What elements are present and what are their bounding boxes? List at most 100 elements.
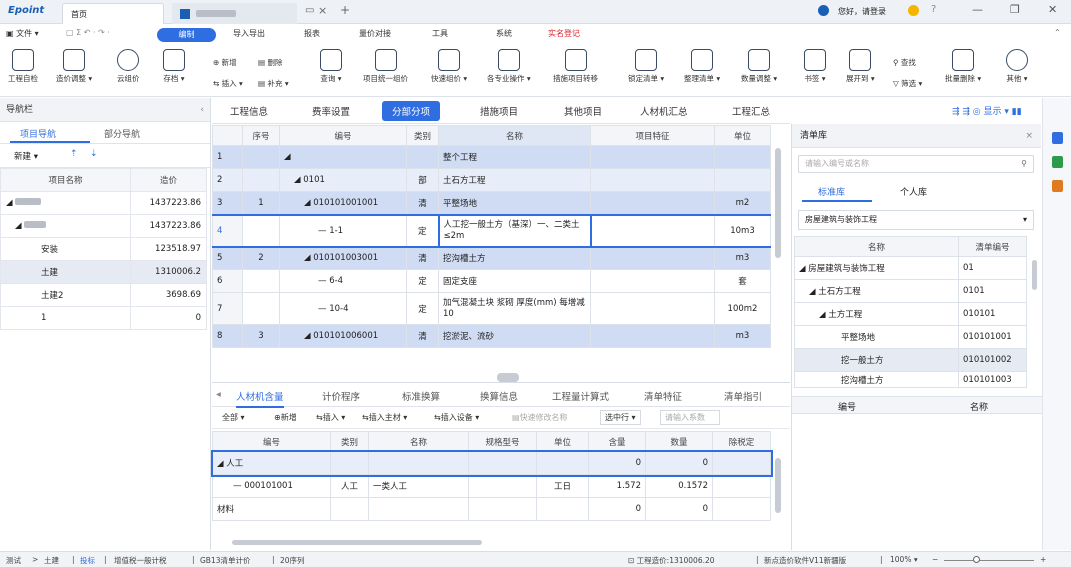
library-select[interactable]: 房屋建筑与装饰工程 ▾: [798, 210, 1034, 230]
filter-button[interactable]: ▽ 筛选 ▾: [893, 78, 922, 89]
tab-quantity-formula[interactable]: 工程量计算式: [552, 389, 609, 403]
tab-summary[interactable]: 工程汇总: [732, 104, 770, 118]
menu-edit[interactable]: 编制: [157, 28, 216, 42]
self-check-button[interactable]: 工程自检: [8, 49, 38, 84]
zoom-in-icon[interactable]: +: [1040, 555, 1046, 564]
close-library-icon[interactable]: ×: [1025, 124, 1033, 148]
menu-import-export[interactable]: 导入导出: [233, 28, 265, 39]
tab-list-features[interactable]: 清单特征: [644, 389, 682, 403]
table-row[interactable]: ◢ 房屋建筑与装饰工程 01: [794, 256, 1027, 280]
table-row[interactable]: 4— 1-1 定人工挖一般土方（基深）一、二类土 ≤2m 10m3: [212, 213, 771, 248]
cost-adjust-button[interactable]: 造价调整 ▾: [56, 49, 92, 84]
selected-row-dropdown[interactable]: 选中行 ▾: [600, 410, 641, 425]
table-row[interactable]: 挖沟槽土方 010101003: [794, 371, 1027, 388]
table-row[interactable]: ◢ 土方工程 010101: [794, 302, 1027, 326]
expand-button[interactable]: 展开到 ▾: [846, 49, 875, 84]
detail-insert-button[interactable]: ⇆插入 ▾: [316, 412, 345, 423]
table-row[interactable]: 平整场地 010101001: [794, 325, 1027, 349]
search-icon[interactable]: ⚲: [1021, 156, 1027, 172]
table-row[interactable]: 10: [0, 306, 207, 330]
quick-price-button[interactable]: 快速组价 ▾: [431, 49, 467, 84]
batch-delete-button[interactable]: 批量删除 ▾: [945, 49, 981, 84]
tab-project-info[interactable]: 工程信息: [230, 104, 268, 118]
menu-realname[interactable]: 实名登记: [548, 28, 580, 39]
bookmark-button[interactable]: 书签 ▾: [804, 49, 826, 84]
move-down-icon[interactable]: ⇣: [90, 149, 98, 159]
tab-project-nav[interactable]: 项目导航: [20, 127, 56, 140]
find-button[interactable]: ⚲ 查找: [893, 57, 916, 68]
maximize-icon[interactable]: ❐: [1010, 3, 1020, 16]
name-cell[interactable]: 人工挖一般土方（基深）一、二类土 ≤2m: [437, 213, 592, 248]
table-row[interactable]: 3 1 ◢ 010101001001 清平整场地 m2: [212, 191, 771, 215]
menu-tools[interactable]: 工具: [432, 28, 448, 39]
table-row[interactable]: ◢ 土石方工程 0101: [794, 279, 1027, 303]
lock-list-button[interactable]: 锁定清单 ▾: [628, 49, 664, 84]
tab-section-nav[interactable]: 部分导航: [104, 127, 140, 140]
splitter-handle[interactable]: [497, 373, 519, 382]
menu-reports[interactable]: 报表: [304, 28, 320, 39]
zoom-out-icon[interactable]: −: [932, 555, 938, 564]
table-row[interactable]: 土建2 3698.69: [0, 283, 207, 307]
quantity-adjust-button[interactable]: 数量调整 ▾: [741, 49, 777, 84]
tab-home[interactable]: 首页: [62, 3, 164, 24]
display-options[interactable]: ⇶ ⇶ ◎ 显示 ▾ ▮▮: [952, 104, 1022, 117]
collapse-ribbon-icon[interactable]: ⌃: [1054, 28, 1061, 37]
tab-std-convert[interactable]: 标准换算: [402, 389, 440, 403]
table-row[interactable]: 7— 10-4 定加气混凝土块 浆砌 厚度(mm) 每增减10 100m2: [212, 292, 771, 325]
tab-list-icon[interactable]: ▭: [305, 5, 314, 16]
quota-library-icon[interactable]: [1052, 156, 1063, 168]
delete-button[interactable]: ▤ 删除: [258, 57, 282, 68]
supplement-button[interactable]: ▤ 补充 ▾: [258, 78, 289, 89]
minimize-icon[interactable]: —: [972, 3, 983, 16]
archive-button[interactable]: 存档 ▾: [163, 49, 185, 84]
menu-file[interactable]: ▣ 文件 ▾: [6, 28, 39, 39]
tab-rate[interactable]: 费率设置: [312, 104, 350, 118]
tab-project[interactable]: [172, 3, 297, 24]
query-button[interactable]: 查询 ▾: [320, 49, 342, 84]
horizontal-scrollbar[interactable]: [232, 540, 482, 545]
material-library-icon[interactable]: [1052, 180, 1063, 192]
quick-actions-icon[interactable]: ▢ Σ ↶ · ↷ ·: [66, 28, 110, 37]
tab-personal-library[interactable]: 个人库: [900, 185, 927, 198]
table-row[interactable]: ◢ 人工 0 0: [210, 449, 773, 477]
user-icon[interactable]: [818, 5, 829, 16]
table-row[interactable]: 8 3 ◢ 010101006001 清挖淤泥、流砂 m3: [212, 324, 771, 348]
zoom-dropdown[interactable]: 100% ▾: [890, 555, 918, 564]
more-button[interactable]: 其他 ▾: [1006, 49, 1028, 84]
measure-move-button[interactable]: 措施项目转移: [553, 49, 598, 84]
tab-material-content[interactable]: 人材机含量: [236, 389, 284, 408]
detail-add-button[interactable]: ⊕新增: [274, 412, 297, 423]
collapse-nav-icon[interactable]: ‹: [200, 98, 204, 122]
tab-convert-info[interactable]: 换算信息: [480, 389, 518, 403]
new-dropdown[interactable]: 新建 ▾: [14, 150, 38, 162]
library-search-input[interactable]: 请输入编号或名称 ⚲: [798, 155, 1034, 173]
tab-materials[interactable]: 人材机汇总: [640, 104, 688, 118]
zoom-slider-handle[interactable]: [973, 556, 980, 563]
insert-equipment-button[interactable]: ⇆插入设备 ▾: [434, 412, 479, 423]
table-row[interactable]: 5 2 ◢ 010101003001 清挖沟槽土方 m3: [212, 246, 771, 270]
table-row[interactable]: 6— 6-4 定固定支座套: [212, 269, 771, 293]
scope-dropdown[interactable]: 全部 ▾: [222, 412, 245, 423]
cloud-price-button[interactable]: 云组价: [117, 49, 140, 84]
unify-price-button[interactable]: 项目统一组价: [363, 49, 408, 84]
table-row[interactable]: 2 ◢ 0101 部土石方工程: [212, 168, 771, 192]
coefficient-input[interactable]: 请输入系数: [660, 410, 720, 425]
tab-measures[interactable]: 措施项目: [480, 104, 518, 118]
login-link[interactable]: 您好，请登录: [838, 6, 886, 17]
add-button[interactable]: ⊕ 新增: [213, 57, 237, 68]
table-row[interactable]: ◢ 1437223.86: [0, 214, 207, 238]
tab-std-library[interactable]: 标准库: [818, 185, 845, 198]
new-tab-icon[interactable]: +: [340, 3, 350, 17]
table-row[interactable]: 挖一般土方 010101002: [794, 348, 1027, 372]
tab-other[interactable]: 其他项目: [564, 104, 602, 118]
tab-sections[interactable]: 分部分项: [382, 101, 441, 121]
material-scrollbar[interactable]: [775, 458, 781, 513]
coin-icon[interactable]: [908, 5, 919, 16]
tab-list-guide[interactable]: 清单指引: [724, 389, 762, 403]
quick-rename-button[interactable]: ▤快速修改名称: [512, 412, 568, 423]
specialty-ops-button[interactable]: 各专业操作 ▾: [487, 49, 531, 84]
table-row[interactable]: 材料 0 0: [212, 497, 771, 521]
menu-price-link[interactable]: 量价对接: [359, 28, 391, 39]
organize-list-button[interactable]: 整理清单 ▾: [684, 49, 720, 84]
close-tab-icon[interactable]: ×: [318, 4, 327, 17]
